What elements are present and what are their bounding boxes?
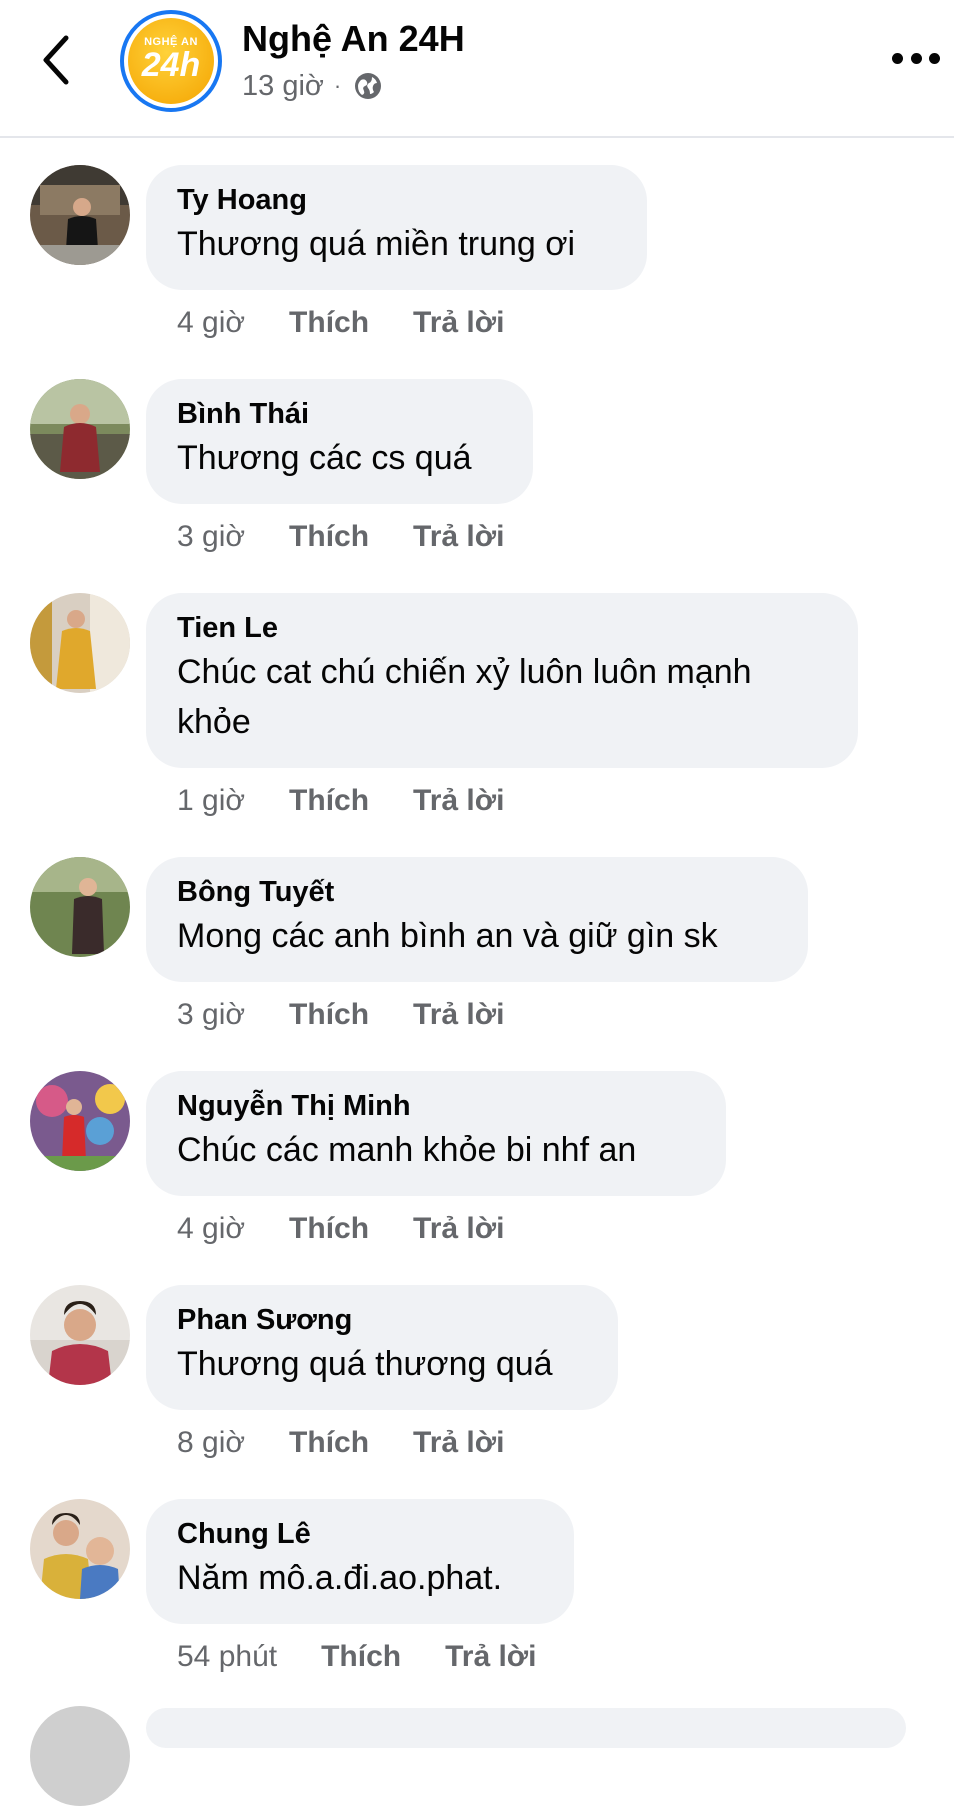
like-button[interactable]: Thích bbox=[289, 1426, 369, 1460]
reply-button[interactable]: Trả lời bbox=[445, 1640, 536, 1674]
comment-actions: 54 phút Thích Trả lời bbox=[177, 1637, 536, 1677]
like-button[interactable]: Thích bbox=[321, 1640, 401, 1674]
avatar[interactable] bbox=[30, 1706, 130, 1806]
post-header: NGHỆ AN 24h Nghệ An 24H 13 giờ · bbox=[0, 0, 954, 138]
reply-button[interactable]: Trả lời bbox=[413, 1212, 504, 1246]
logo-number-text: 24h bbox=[141, 46, 201, 84]
comment-text: Năm mô.a.đi.ao.phat. bbox=[177, 1559, 503, 1597]
comment-actions: 4 giờ Thích Trả lời bbox=[177, 303, 504, 343]
comment-bubble[interactable] bbox=[146, 1708, 906, 1748]
comment-time[interactable]: 8 giờ bbox=[177, 1426, 245, 1460]
page-logo: NGHỆ AN 24h bbox=[128, 18, 214, 104]
reply-button[interactable]: Trả lời bbox=[413, 520, 504, 554]
comment-actions: 1 giờ Thích Trả lời bbox=[177, 781, 504, 821]
page-name[interactable]: Nghệ An 24H bbox=[242, 18, 465, 60]
more-options-icon[interactable] bbox=[892, 48, 940, 68]
avatar[interactable] bbox=[30, 1285, 130, 1385]
comment-time[interactable]: 1 giờ bbox=[177, 784, 245, 818]
avatar[interactable] bbox=[30, 379, 130, 479]
comment-author[interactable]: Ty Hoang bbox=[177, 183, 617, 217]
comment-text: Thương quá thương quá bbox=[177, 1345, 553, 1383]
comment-bubble[interactable]: Bình Thái Thương các cs quá bbox=[146, 379, 533, 504]
avatar[interactable] bbox=[30, 593, 130, 693]
comment-text: Thương các cs quá bbox=[177, 439, 472, 477]
avatar[interactable] bbox=[30, 165, 130, 265]
comment-actions: 8 giờ Thích Trả lời bbox=[177, 1423, 504, 1463]
comment-time[interactable]: 4 giờ bbox=[177, 306, 245, 340]
comment-bubble[interactable]: Phan Sương Thương quá thương quá bbox=[146, 1285, 618, 1410]
comment-text: Mong các anh bình an và giữ gìn sk bbox=[177, 917, 718, 955]
comment-author[interactable]: Bình Thái bbox=[177, 397, 503, 431]
comment-time[interactable]: 54 phút bbox=[177, 1640, 277, 1674]
reply-button[interactable]: Trả lời bbox=[413, 306, 504, 340]
like-button[interactable]: Thích bbox=[289, 998, 369, 1032]
meta-separator: · bbox=[333, 73, 342, 98]
comment-text: Thương quá miền trung ơi bbox=[177, 225, 576, 263]
page-avatar[interactable]: NGHỆ AN 24h bbox=[120, 10, 222, 112]
comment-author[interactable]: Chung Lê bbox=[177, 1517, 544, 1551]
comment-text: Chúc cat chú chiến xỷ luôn luôn mạnh khỏ… bbox=[177, 653, 752, 741]
comment-time[interactable]: 3 giờ bbox=[177, 998, 245, 1032]
comment-author[interactable]: Bông Tuyết bbox=[177, 875, 778, 909]
comment-author[interactable]: Tien Le bbox=[177, 611, 828, 645]
comment-bubble[interactable]: Ty Hoang Thương quá miền trung ơi bbox=[146, 165, 647, 290]
comment-author[interactable]: Phan Sương bbox=[177, 1303, 588, 1337]
like-button[interactable]: Thích bbox=[289, 784, 369, 818]
avatar[interactable] bbox=[30, 1499, 130, 1599]
comment-author[interactable]: Nguyễn Thị Minh bbox=[177, 1089, 696, 1123]
like-button[interactable]: Thích bbox=[289, 306, 369, 340]
comment-actions: 3 giờ Thích Trả lời bbox=[177, 995, 504, 1035]
post-meta: 13 giờ · bbox=[242, 68, 383, 104]
like-button[interactable]: Thích bbox=[289, 1212, 369, 1246]
avatar[interactable] bbox=[30, 1071, 130, 1171]
reply-button[interactable]: Trả lời bbox=[413, 784, 504, 818]
comment-text: Chúc các manh khỏe bi nhf an bbox=[177, 1131, 637, 1169]
comment-actions: 3 giờ Thích Trả lời bbox=[177, 517, 504, 557]
comment-bubble[interactable]: Chung Lê Năm mô.a.đi.ao.phat. bbox=[146, 1499, 574, 1624]
globe-icon bbox=[355, 73, 382, 99]
avatar[interactable] bbox=[30, 857, 130, 957]
comment-actions: 4 giờ Thích Trả lời bbox=[177, 1209, 504, 1249]
reply-button[interactable]: Trả lời bbox=[413, 1426, 504, 1460]
back-chevron-icon[interactable] bbox=[38, 30, 78, 90]
like-button[interactable]: Thích bbox=[289, 520, 369, 554]
comment-bubble[interactable]: Nguyễn Thị Minh Chúc các manh khỏe bi nh… bbox=[146, 1071, 726, 1196]
comment-bubble[interactable]: Bông Tuyết Mong các anh bình an và giữ g… bbox=[146, 857, 808, 982]
reply-button[interactable]: Trả lời bbox=[413, 998, 504, 1032]
post-time[interactable]: 13 giờ bbox=[242, 70, 324, 103]
comment-time[interactable]: 3 giờ bbox=[177, 520, 245, 554]
comment-time[interactable]: 4 giờ bbox=[177, 1212, 245, 1246]
comment-bubble[interactable]: Tien Le Chúc cat chú chiến xỷ luôn luôn … bbox=[146, 593, 858, 768]
